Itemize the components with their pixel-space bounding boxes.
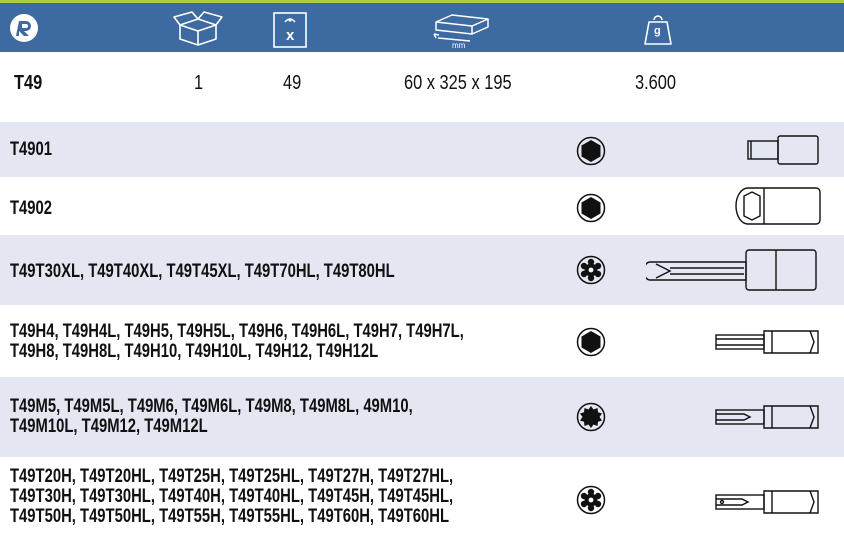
product-code: T49: [14, 72, 43, 94]
box-icon: [173, 11, 223, 46]
spline-bit-icon: [715, 405, 819, 429]
hex-profile-icon: [576, 327, 606, 357]
dimensions-mm-icon: [433, 14, 489, 42]
item-codes: T4901: [10, 139, 53, 160]
torx-profile-icon: [576, 485, 606, 515]
dimensions-value: 60 x 325 x 195: [404, 72, 512, 94]
pieces-label: x: [286, 27, 295, 44]
dimensions-unit: mm: [452, 41, 466, 50]
piece-count: 49: [283, 72, 302, 94]
item-codes: T4902: [10, 198, 53, 219]
header-bar: x mm g: [0, 0, 844, 52]
hex-profile-icon: [576, 193, 606, 223]
item-codes: T49T20H, T49T20HL, T49T25H, T49T25HL, T4…: [10, 466, 454, 527]
weight-unit: g: [654, 25, 661, 37]
item-codes: T49M5, T49M5L, T49M6, T49M6L, T49M8, T49…: [10, 396, 413, 437]
hex-bit-icon: [715, 330, 819, 354]
list-item: T49T30XL, T49T40XL, T49T45XL, T49T70HL, …: [0, 235, 844, 305]
torx-bit-icon: [715, 490, 819, 514]
list-item: T49T20H, T49T20HL, T49T25H, T49T25HL, T4…: [0, 457, 844, 546]
summary-row: T49 1 49 60 x 325 x 195 3.600: [0, 52, 844, 112]
item-codes: T49T30XL, T49T40XL, T49T45XL, T49T70HL, …: [10, 261, 395, 282]
hex-profile-icon: [576, 136, 606, 166]
item-codes: T49H4, T49H4L, T49H5, T49H5L, T49H6, T49…: [10, 321, 464, 362]
box-count: 1: [194, 72, 204, 94]
hex-socket-icon: [735, 187, 821, 225]
spline-profile-icon: [576, 402, 606, 432]
brand-logo-icon: [10, 14, 38, 42]
list-item: T4901: [0, 122, 844, 177]
bit-adapter-icon: [747, 135, 819, 165]
list-item: T4902: [0, 177, 844, 235]
list-item: T49H4, T49H4L, T49H5, T49H5L, T49H6, T49…: [0, 305, 844, 377]
torx-profile-icon: [576, 255, 606, 285]
torx-socket-bit-icon: [646, 249, 817, 291]
weight-value: 3.600: [635, 72, 677, 94]
list-item: T49M5, T49M5L, T49M6, T49M6L, T49M8, T49…: [0, 377, 844, 457]
